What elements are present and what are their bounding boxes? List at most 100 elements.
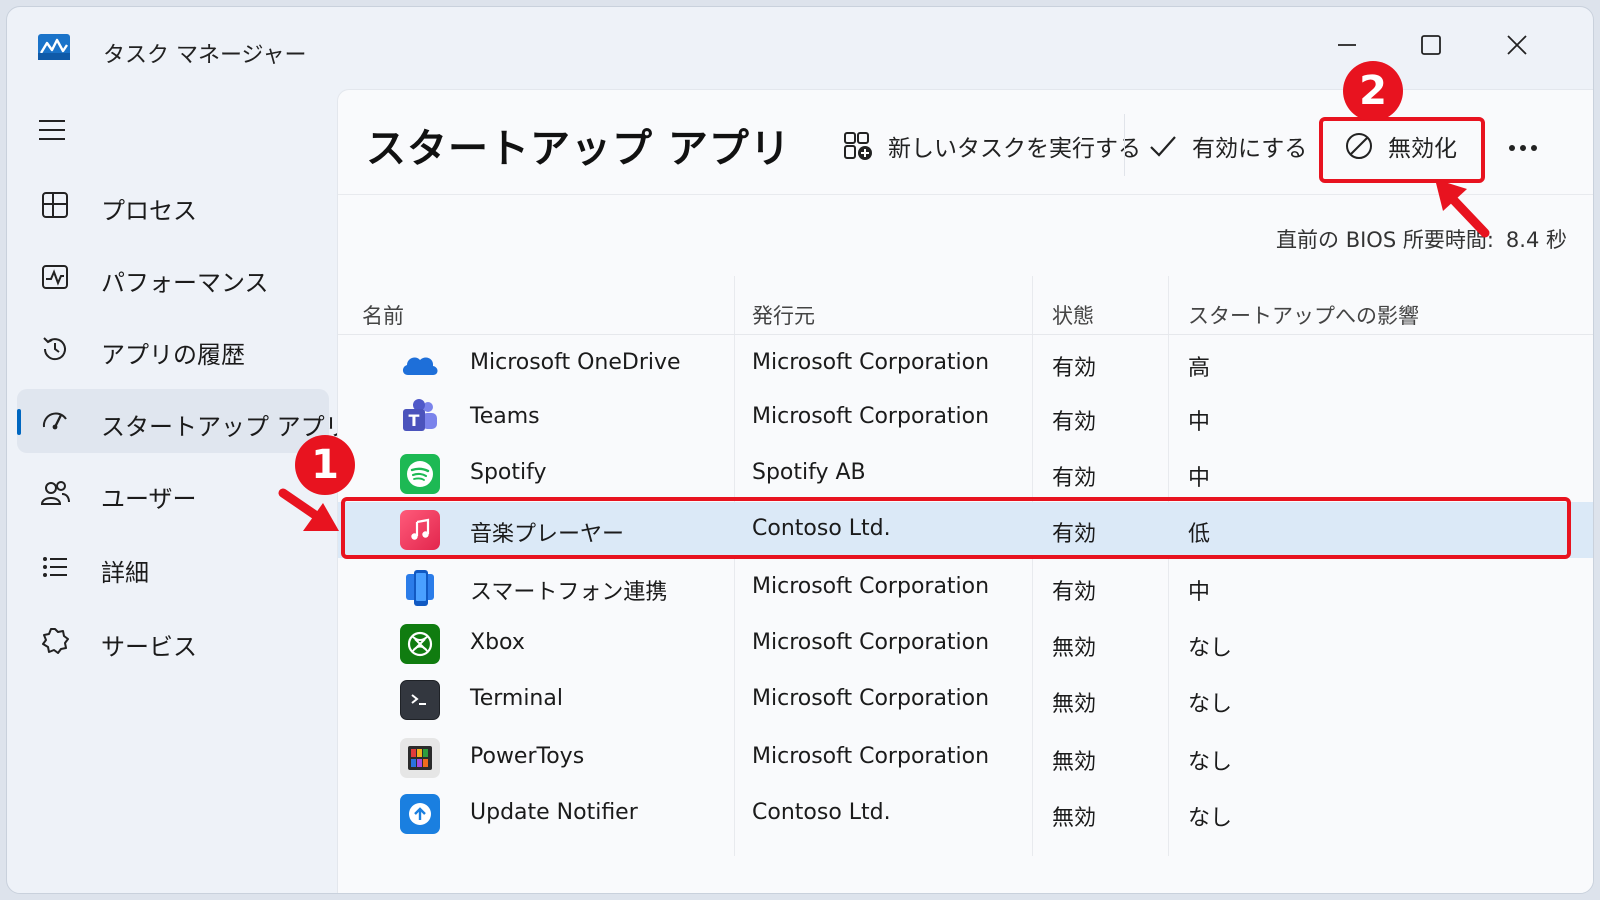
app-status: 無効 xyxy=(1052,636,1097,661)
spotify-icon xyxy=(400,454,440,494)
app-publisher: Microsoft Corporation xyxy=(752,686,990,711)
xbox-icon xyxy=(400,624,440,664)
table-row[interactable]: Update Notifier Contoso Ltd. 無効 なし xyxy=(338,786,1593,842)
powertoys-icon xyxy=(400,738,440,778)
table-row[interactable]: Microsoft OneDrive Microsoft Corporation… xyxy=(338,336,1593,392)
update-notifier-icon xyxy=(400,794,440,834)
run-new-task-label: 新しいタスクを実行する xyxy=(888,136,1141,162)
history-icon xyxy=(43,337,66,361)
teams-icon: T xyxy=(400,398,440,438)
active-indicator xyxy=(17,409,21,435)
column-header-status[interactable]: 状態 xyxy=(1052,300,1094,330)
app-publisher: Microsoft Corporation xyxy=(752,404,990,429)
step-1-badge: 1 xyxy=(295,435,355,495)
table-row[interactable]: Spotify Spotify AB 有効 中 xyxy=(338,446,1593,502)
task-manager-window: タスク マネージャー プロセス パフォーマンス アプリの履歴 スタートアップ ア… xyxy=(6,6,1594,894)
app-publisher: Microsoft Corporation xyxy=(752,744,990,769)
maximize-button[interactable] xyxy=(1401,25,1461,65)
app-name: PowerToys xyxy=(470,744,585,769)
startup-icon xyxy=(42,412,67,430)
enable-label: 有効にする xyxy=(1192,136,1308,162)
app-publisher: Microsoft Corporation xyxy=(752,574,990,599)
app-name: Teams xyxy=(470,404,540,429)
app-publisher: Spotify AB xyxy=(752,460,866,485)
sidebar-item-label: サービス xyxy=(101,633,197,661)
sidebar-item-services[interactable]: サービス xyxy=(17,609,329,673)
app-name: Xbox xyxy=(470,630,525,655)
app-status: 有効 xyxy=(1052,580,1097,605)
app-impact: なし xyxy=(1188,806,1233,831)
svg-text:T: T xyxy=(409,411,420,430)
sidebar-item-label: アプリの履歴 xyxy=(101,341,245,369)
app-impact: なし xyxy=(1188,692,1233,717)
app-impact: 高 xyxy=(1188,356,1211,381)
app-name: Update Notifier xyxy=(470,800,638,825)
pointer-arrow-icon xyxy=(278,488,339,531)
sidebar-item-startup-apps[interactable]: スタートアップ アプリ xyxy=(17,389,349,453)
table-row[interactable]: Xbox Microsoft Corporation 無効 なし xyxy=(338,616,1593,672)
app-status: 無効 xyxy=(1052,806,1097,831)
column-header-impact[interactable]: スタートアップへの影響 xyxy=(1188,300,1419,330)
app-impact: なし xyxy=(1188,750,1233,775)
onedrive-icon xyxy=(400,344,440,384)
task-manager-app-icon xyxy=(38,34,70,60)
app-publisher: Microsoft Corporation xyxy=(752,350,990,375)
minimize-button[interactable] xyxy=(1317,25,1377,65)
pointer-arrow-icon xyxy=(1435,179,1490,238)
table-row[interactable]: T Teams Microsoft Corporation 有効 中 xyxy=(338,390,1593,446)
hamburger-menu-icon[interactable] xyxy=(37,117,67,143)
more-options-icon[interactable] xyxy=(1498,128,1548,168)
sidebar-item-label: 詳細 xyxy=(101,559,149,587)
sidebar-item-label: プロセス xyxy=(101,197,197,225)
window-title: タスク マネージャー xyxy=(103,43,307,68)
app-name: Spotify xyxy=(470,460,547,485)
table-row[interactable]: スマートフォン連携 Microsoft Corporation 有効 中 xyxy=(338,560,1593,616)
maximize-icon xyxy=(1421,35,1441,55)
processes-icon xyxy=(42,192,68,218)
page-title: スタートアップ アプリ xyxy=(366,126,791,172)
app-impact: 中 xyxy=(1188,410,1211,435)
app-name: スマートフォン連携 xyxy=(470,580,668,605)
services-icon xyxy=(42,628,69,654)
sidebar-item-label: パフォーマンス xyxy=(101,269,269,297)
sidebar-item-processes[interactable]: プロセス xyxy=(17,173,329,237)
bios-value: 8.4 秒 xyxy=(1505,228,1567,252)
sidebar-item-app-history[interactable]: アプリの履歴 xyxy=(17,317,329,381)
toolbar-divider xyxy=(1124,114,1125,176)
run-new-task-button[interactable]: 新しいタスクを実行する xyxy=(842,120,1141,172)
phone-link-icon xyxy=(400,568,440,608)
app-name: Microsoft OneDrive xyxy=(470,350,681,375)
column-header-name[interactable]: 名前 xyxy=(362,300,404,330)
table-row[interactable]: PowerToys Microsoft Corporation 無効 なし xyxy=(338,730,1593,786)
performance-icon xyxy=(42,265,68,289)
header-separator xyxy=(338,194,1593,195)
main-content: スタートアップ アプリ 新しいタスクを実行する 有効にする 無効化 直前の BI… xyxy=(337,89,1593,893)
checkmark-icon xyxy=(1150,136,1176,157)
app-impact: 中 xyxy=(1188,466,1211,491)
selected-row-highlight xyxy=(341,497,1571,559)
table-row[interactable]: Terminal Microsoft Corporation 無効 なし xyxy=(338,672,1593,728)
close-button[interactable] xyxy=(1487,25,1547,65)
new-task-icon xyxy=(844,132,872,160)
bios-time: 直前の BIOS 所要時間: 8.4 秒 xyxy=(1276,224,1567,254)
app-status: 有効 xyxy=(1052,356,1097,381)
sidebar-item-label: ユーザー xyxy=(101,485,197,513)
app-publisher: Contoso Ltd. xyxy=(752,800,891,825)
app-status: 有効 xyxy=(1052,466,1097,491)
app-status: 無効 xyxy=(1052,692,1097,717)
app-name: Terminal xyxy=(470,686,563,711)
disable-button-highlight xyxy=(1319,117,1485,183)
sidebar-item-performance[interactable]: パフォーマンス xyxy=(17,245,329,309)
details-icon xyxy=(43,557,67,577)
step-2-badge: 2 xyxy=(1343,61,1403,121)
app-status: 有効 xyxy=(1052,410,1097,435)
minimize-icon xyxy=(1338,44,1356,46)
users-icon xyxy=(40,481,70,505)
app-publisher: Microsoft Corporation xyxy=(752,630,990,655)
enable-button[interactable]: 有効にする xyxy=(1148,120,1307,172)
table-header-separator xyxy=(338,334,1593,335)
terminal-icon xyxy=(400,680,440,720)
column-header-publisher[interactable]: 発行元 xyxy=(752,300,815,330)
app-impact: 中 xyxy=(1188,580,1211,605)
close-icon xyxy=(1507,35,1527,55)
